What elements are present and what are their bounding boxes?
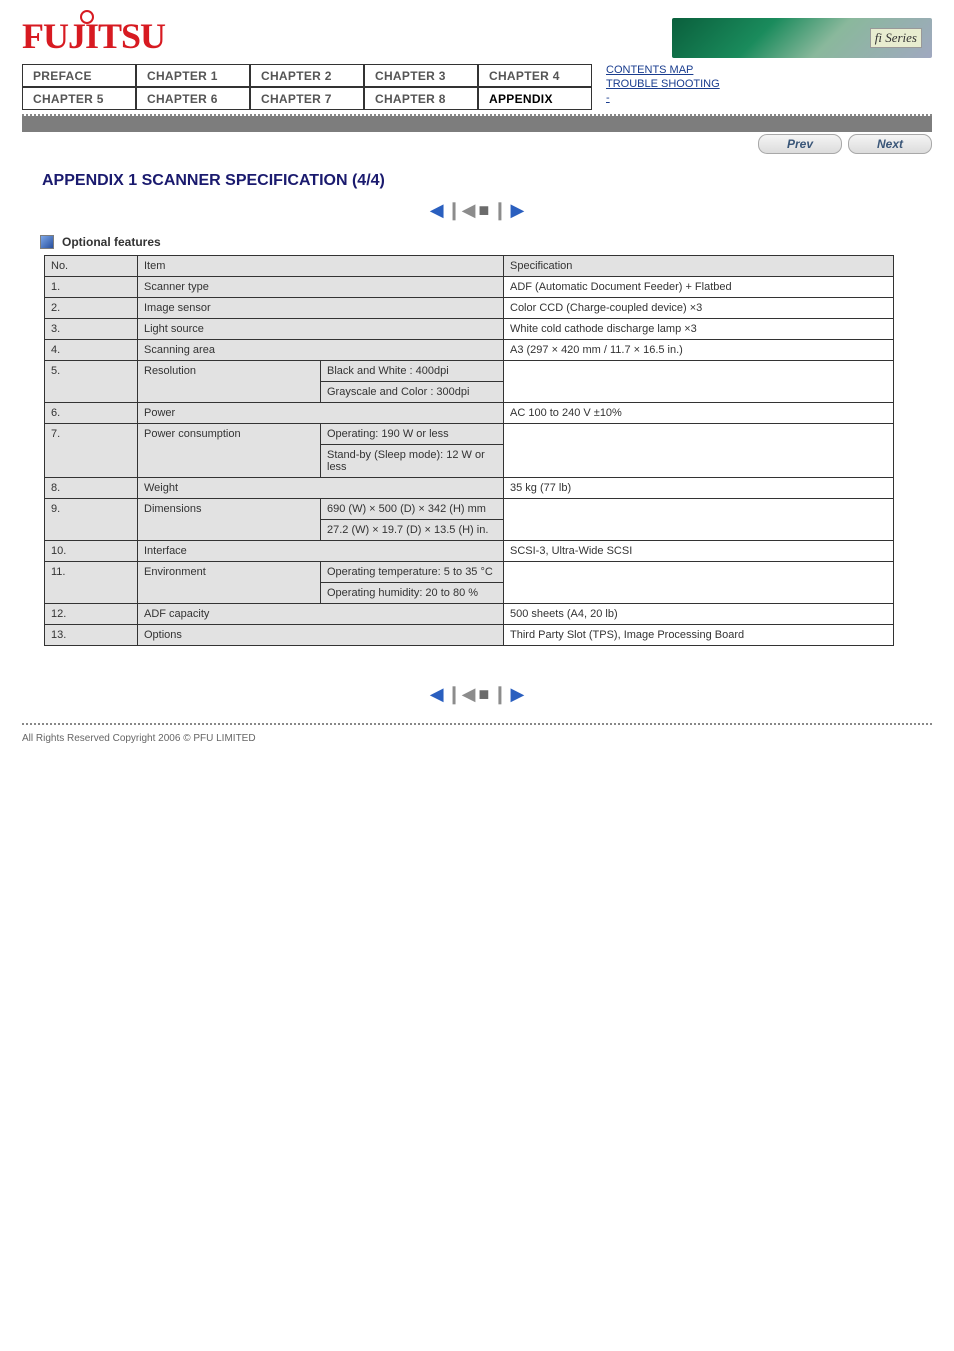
next-page-button[interactable]: Next <box>848 134 932 154</box>
tab-chapter-4[interactable]: CHAPTER 4 <box>478 64 592 87</box>
prev-page-button[interactable]: Prev <box>758 134 842 154</box>
section-bullet-icon <box>40 235 54 249</box>
tab-chapter-8[interactable]: CHAPTER 8 <box>364 87 478 110</box>
nav-stop-icon[interactable]: ■ <box>478 200 489 221</box>
nav-first-icon[interactable]: ❙◀ <box>447 684 476 705</box>
table-row: 10.InterfaceSCSI-3, Ultra-Wide SCSI <box>45 541 894 562</box>
table-row: 12.ADF capacity500 sheets (A4, 20 lb) <box>45 604 894 625</box>
tab-chapter-2[interactable]: CHAPTER 2 <box>250 64 364 87</box>
table-row: 3.Light sourceWhite cold cathode dischar… <box>45 319 894 340</box>
table-row: 2.Image sensorColor CCD (Charge-coupled … <box>45 298 894 319</box>
table-row: 6.PowerAC 100 to 240 V ±10% <box>45 403 894 424</box>
tab-preface[interactable]: PREFACE <box>22 64 136 87</box>
series-badge: fi Series <box>870 28 922 48</box>
spec-table: No. Item Specification 1.Scanner typeADF… <box>44 255 894 646</box>
table-row: 8.Weight35 kg (77 lb) <box>45 478 894 499</box>
table-row: 1.Scanner typeADF (Automatic Document Fe… <box>45 277 894 298</box>
table-row: 5.ResolutionBlack and White : 400dpi <box>45 361 894 382</box>
tab-chapter-7[interactable]: CHAPTER 7 <box>250 87 364 110</box>
table-row: 9.Dimensions690 (W) × 500 (D) × 342 (H) … <box>45 499 894 520</box>
page-title: APPENDIX 1 SCANNER SPECIFICATION (4/4) <box>42 172 904 190</box>
table-row: 7.Power consumptionOperating: 190 W or l… <box>45 424 894 445</box>
nav-last-icon[interactable]: ❙ <box>492 200 507 221</box>
link-dash[interactable]: - <box>606 92 932 104</box>
tab-appendix[interactable]: APPENDIX <box>478 87 592 110</box>
tab-chapter-1[interactable]: CHAPTER 1 <box>136 64 250 87</box>
divider-bottom <box>22 723 932 725</box>
table-row: 4.Scanning areaA3 (297 × 420 mm / 11.7 ×… <box>45 340 894 361</box>
top-overlay-nav: ◀ ❙◀ ■ ❙ ▶ <box>0 200 954 221</box>
fujitsu-logo: FUJITSU <box>22 18 165 54</box>
tab-chapter-6[interactable]: CHAPTER 6 <box>136 87 250 110</box>
nav-next-icon[interactable]: ▶ <box>510 200 524 221</box>
copyright: All Rights Reserved Copyright 2006 © PFU… <box>0 733 954 764</box>
nav-first-icon[interactable]: ❙◀ <box>447 200 476 221</box>
table-row: 11.EnvironmentOperating temperature: 5 t… <box>45 562 894 583</box>
section-heading: Optional features <box>62 235 161 249</box>
th-item: Item <box>138 256 504 277</box>
nav-next-icon[interactable]: ▶ <box>510 684 524 705</box>
series-banner: fi Series <box>672 18 932 58</box>
link-troubleshooting[interactable]: TROUBLE SHOOTING <box>606 78 932 90</box>
tab-chapter-3[interactable]: CHAPTER 3 <box>364 64 478 87</box>
th-no: No. <box>45 256 138 277</box>
link-contents-map[interactable]: CONTENTS MAP <box>606 64 932 76</box>
nav-prev-icon[interactable]: ◀ <box>430 200 444 221</box>
th-spec: Specification <box>504 256 894 277</box>
table-row: 13.OptionsThird Party Slot (TPS), Image … <box>45 625 894 646</box>
nav-prev-icon[interactable]: ◀ <box>430 684 444 705</box>
bottom-overlay-nav: ◀ ❙◀ ■ ❙ ▶ <box>0 684 954 705</box>
nav-last-icon[interactable]: ❙ <box>492 684 507 705</box>
tab-chapter-5[interactable]: CHAPTER 5 <box>22 87 136 110</box>
nav-stop-icon[interactable]: ■ <box>478 684 489 705</box>
section-bar <box>22 116 932 132</box>
